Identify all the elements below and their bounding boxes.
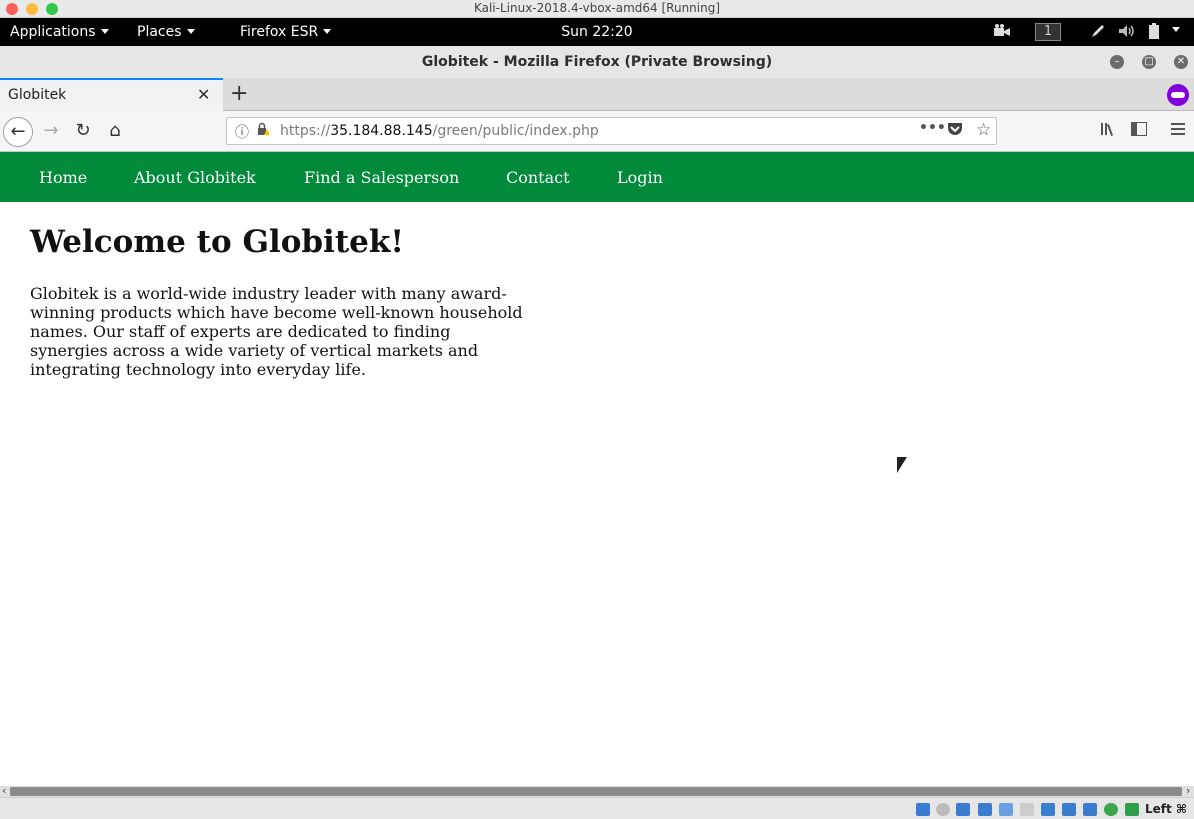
- pen-icon[interactable]: [1090, 23, 1106, 43]
- url-path: /green/public/index.php: [432, 123, 599, 139]
- usb-icon[interactable]: [999, 803, 1013, 816]
- back-button[interactable]: ←: [3, 117, 33, 147]
- gnome-top-panel: Applications Places Firefox ESR Sun 22:2…: [0, 18, 1194, 46]
- audio-icon[interactable]: [956, 803, 970, 816]
- horizontal-scrollbar[interactable]: ‹ ›: [0, 784, 1194, 797]
- pocket-icon[interactable]: [947, 122, 963, 140]
- mouse-cursor-icon: [897, 457, 907, 473]
- page-viewport: Home About Globitek Find a Salesperson C…: [0, 152, 1194, 786]
- page-title: Welcome to Globitek!: [30, 224, 404, 260]
- intro-paragraph: Globitek is a world-wide industry leader…: [30, 284, 523, 379]
- tab-globitek[interactable]: Globitek ✕: [0, 78, 223, 111]
- close-icon[interactable]: ✕: [1174, 55, 1188, 69]
- scroll-left-icon[interactable]: ‹: [2, 784, 6, 797]
- network-icon[interactable]: [978, 803, 992, 816]
- url-text[interactable]: https://35.184.88.145/green/public/index…: [280, 123, 599, 139]
- clock-label: Sun 22:20: [561, 24, 633, 40]
- keyboard-capture-icon[interactable]: [1125, 803, 1139, 816]
- system-menu-chevron-icon[interactable]: [1172, 22, 1180, 38]
- optical-drive-icon[interactable]: [936, 803, 950, 816]
- firefox-window-title: Globitek - Mozilla Firefox (Private Brow…: [421, 54, 773, 70]
- host-window-titlebar: Kali-Linux-2018.4-vbox-amd64 [Running]: [0, 0, 1194, 18]
- nav-toolbar: ← → ↻ ⌂ ⓘ https://35.184.88.145/green/pu…: [0, 111, 1194, 152]
- reload-button[interactable]: ↻: [68, 117, 98, 147]
- video-camera-icon[interactable]: [993, 23, 1011, 43]
- firefox-titlebar: Globitek - Mozilla Firefox (Private Brow…: [0, 46, 1194, 78]
- new-tab-button[interactable]: +: [230, 81, 248, 106]
- maximize-icon[interactable]: □: [1142, 55, 1156, 69]
- cpu-icon[interactable]: [1083, 803, 1097, 816]
- bookmark-star-icon[interactable]: ☆: [976, 120, 991, 140]
- hamburger-menu-icon[interactable]: [1171, 121, 1185, 140]
- tab-label: Globitek: [8, 87, 67, 103]
- url-scheme: https://: [280, 123, 331, 139]
- library-icon[interactable]: [1100, 121, 1116, 141]
- url-bar[interactable]: ⓘ https://35.184.88.145/green/public/ind…: [226, 117, 997, 145]
- page-actions-icon[interactable]: •••: [919, 120, 946, 136]
- host-window-title: Kali-Linux-2018.4-vbox-amd64 [Running]: [473, 1, 721, 15]
- tab-close-icon[interactable]: ✕: [197, 85, 210, 104]
- panel-clock[interactable]: Sun 22:20: [0, 24, 1194, 40]
- private-browsing-icon: [1167, 84, 1189, 106]
- url-host: 35.184.88.145: [330, 123, 433, 139]
- nav-link-contact[interactable]: Contact: [506, 168, 570, 187]
- hard-disk-icon[interactable]: [916, 803, 930, 816]
- minimize-icon[interactable]: –: [1110, 55, 1124, 69]
- nav-link-about[interactable]: About Globitek: [134, 168, 256, 187]
- host-key-label: Left ⌘: [1145, 802, 1188, 816]
- info-icon[interactable]: ⓘ: [235, 122, 249, 142]
- sidebar-icon[interactable]: [1131, 121, 1147, 140]
- workspace-indicator[interactable]: 1: [1035, 23, 1061, 41]
- battery-icon[interactable]: [1148, 23, 1160, 43]
- video-capture-icon[interactable]: [1062, 803, 1076, 816]
- site-nav-bar: Home About Globitek Find a Salesperson C…: [0, 152, 1194, 202]
- mouse-integration-icon[interactable]: [1104, 803, 1118, 816]
- tab-bar: Globitek ✕ +: [0, 78, 1194, 111]
- volume-icon[interactable]: [1118, 23, 1136, 43]
- nav-link-login[interactable]: Login: [617, 168, 663, 187]
- shared-folders-icon[interactable]: [1020, 803, 1034, 816]
- display-icon[interactable]: [1041, 803, 1055, 816]
- vbox-status-bar: Left ⌘: [0, 797, 1194, 819]
- insecure-lock-icon[interactable]: [256, 122, 270, 140]
- nav-link-find-salesperson[interactable]: Find a Salesperson: [304, 168, 459, 187]
- nav-link-home[interactable]: Home: [39, 168, 87, 187]
- home-button[interactable]: ⌂: [100, 117, 130, 147]
- scroll-right-icon[interactable]: ›: [1186, 784, 1190, 797]
- scrollbar-thumb[interactable]: [10, 787, 1182, 796]
- forward-button[interactable]: →: [36, 117, 66, 147]
